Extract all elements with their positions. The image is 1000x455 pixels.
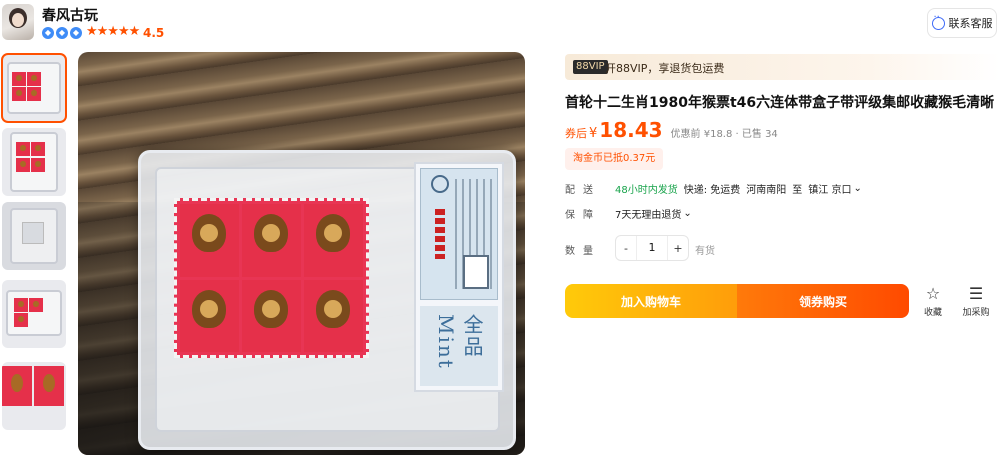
guarantee-row: 保障 7天无理由退货 ⌄: [565, 206, 692, 221]
monkey-stamp: [304, 204, 363, 277]
thumb-stamp: [16, 158, 30, 172]
shop-rating: 4.5: [143, 26, 165, 40]
monkey-stamp: [180, 204, 239, 277]
rating-stars: ★★★★★: [86, 24, 140, 39]
shipping-fee: 快递: 免运费: [683, 185, 741, 196]
thumb-stamp: [31, 158, 45, 172]
thumb-stamp: [16, 142, 30, 156]
purchase-buttons: 加入购物车 领券购买: [565, 284, 909, 318]
quantity-plus-button[interactable]: +: [668, 242, 688, 255]
guarantee-label: 保障: [565, 210, 601, 221]
shop-avatar[interactable]: [2, 4, 34, 40]
thumb-stamp: [14, 313, 28, 327]
shop-name[interactable]: 春风古玩: [42, 5, 98, 25]
shipping-destination[interactable]: 镇江 京口: [808, 181, 851, 196]
thumb-stamp: [29, 298, 43, 312]
monkey-stamp: [180, 279, 239, 352]
currency-symbol: ¥: [589, 126, 598, 141]
shipping-row: 配送 48小时内发货 快递: 免运费 河南南阳 至 镇江 京口 ⌄: [565, 181, 862, 196]
thumb-stamp: [12, 72, 26, 86]
thumb-stamp: [34, 366, 64, 406]
thumb-empty-slot: [22, 222, 44, 244]
thumbnail-list: [0, 52, 68, 455]
star-icon: ☆: [925, 284, 941, 303]
main-product-image[interactable]: 全品 Mint: [78, 52, 525, 455]
cert-red-text: [435, 209, 445, 259]
cert-grade-text: 全品 Mint: [434, 314, 484, 370]
thumbnail-4[interactable]: [2, 280, 66, 348]
shipping-speed: 48小时内发货: [615, 185, 678, 196]
add-to-cart-button[interactable]: 加入购物车: [565, 284, 737, 318]
add-purchase-button[interactable]: ☰ 加采购: [958, 284, 994, 319]
monkey-stamp: [304, 279, 363, 352]
thumb-stamp: [27, 72, 41, 86]
guarantee-text[interactable]: 7天无理由退货: [615, 206, 681, 221]
thumb-stamp: [31, 142, 45, 156]
favorite-button[interactable]: ☆ 收藏: [915, 284, 951, 319]
quantity-input[interactable]: 1: [636, 236, 668, 260]
contact-service-button[interactable]: 联系客服: [927, 8, 997, 38]
thumbnail-3[interactable]: [2, 202, 66, 270]
level-badge-icon: ◆: [42, 27, 54, 39]
cert-window: [463, 255, 489, 289]
shipping-to-word: 至: [792, 185, 803, 196]
chevron-down-icon[interactable]: ⌄: [853, 183, 861, 194]
monkey-stamp-block: [174, 198, 369, 358]
quantity-minus-button[interactable]: -: [616, 242, 636, 255]
favorite-label: 收藏: [923, 308, 942, 318]
price-row: 券后 ¥ 18.43 优惠前 ¥18.8 · 已售 34: [565, 118, 778, 142]
price-before-and-sold: 优惠前 ¥18.8 · 已售 34: [670, 129, 778, 140]
level-badge-icon: ◆: [56, 27, 68, 39]
quantity-stepper: - 1 +: [615, 235, 689, 261]
chat-icon: [931, 12, 945, 30]
grading-certificate: 全品 Mint: [414, 162, 504, 392]
vip-text: 开88VIP，享退货包运费: [605, 62, 725, 75]
thumbnail-2[interactable]: [2, 128, 66, 196]
monkey-stamp: [242, 279, 301, 352]
contact-service-label: 联系客服: [948, 17, 993, 30]
quantity-row: 数量: [565, 242, 615, 257]
shipping-label: 配送: [565, 185, 601, 196]
price-label: 券后: [565, 127, 587, 140]
shop-header: 春风古玩 ◆ ◆ ◆ ★★★★★ 4.5 联系客服: [0, 0, 1000, 50]
vip-tag: 88VIP: [573, 60, 608, 74]
thumbnail-1[interactable]: [1, 53, 67, 123]
quantity-label: 数量: [565, 246, 601, 257]
thumbnail-5[interactable]: [2, 362, 66, 430]
level-badge-icon: ◆: [70, 27, 82, 39]
price-value: 18.43: [599, 118, 663, 142]
thumb-stamp: [14, 298, 28, 312]
chevron-down-icon[interactable]: ⌄: [683, 208, 691, 219]
thumb-stamp: [12, 87, 26, 101]
thumb-stamp: [27, 87, 41, 101]
vip-banner[interactable]: 88VIP 开88VIP，享退货包运费: [565, 54, 1000, 80]
thumb-stamp: [2, 366, 32, 406]
monkey-stamp: [242, 204, 301, 277]
buy-now-button[interactable]: 领券购买: [737, 284, 909, 318]
cert-seal-icon: [431, 175, 449, 193]
product-title: 首轮十二生肖1980年猴票t46六连体带盒子带评级集邮收藏猴毛清晰: [565, 95, 995, 111]
stock-status: 有货: [695, 246, 715, 257]
cert-label: [420, 168, 498, 300]
coin-discount-badge: 淘金币已抵0.37元: [565, 148, 664, 170]
purchase-list-icon: ☰: [968, 284, 984, 303]
add-purchase-label: 加采购: [962, 308, 990, 318]
shipping-from: 河南南阳: [746, 185, 787, 196]
shop-level-badges: ◆ ◆ ◆: [42, 27, 82, 39]
